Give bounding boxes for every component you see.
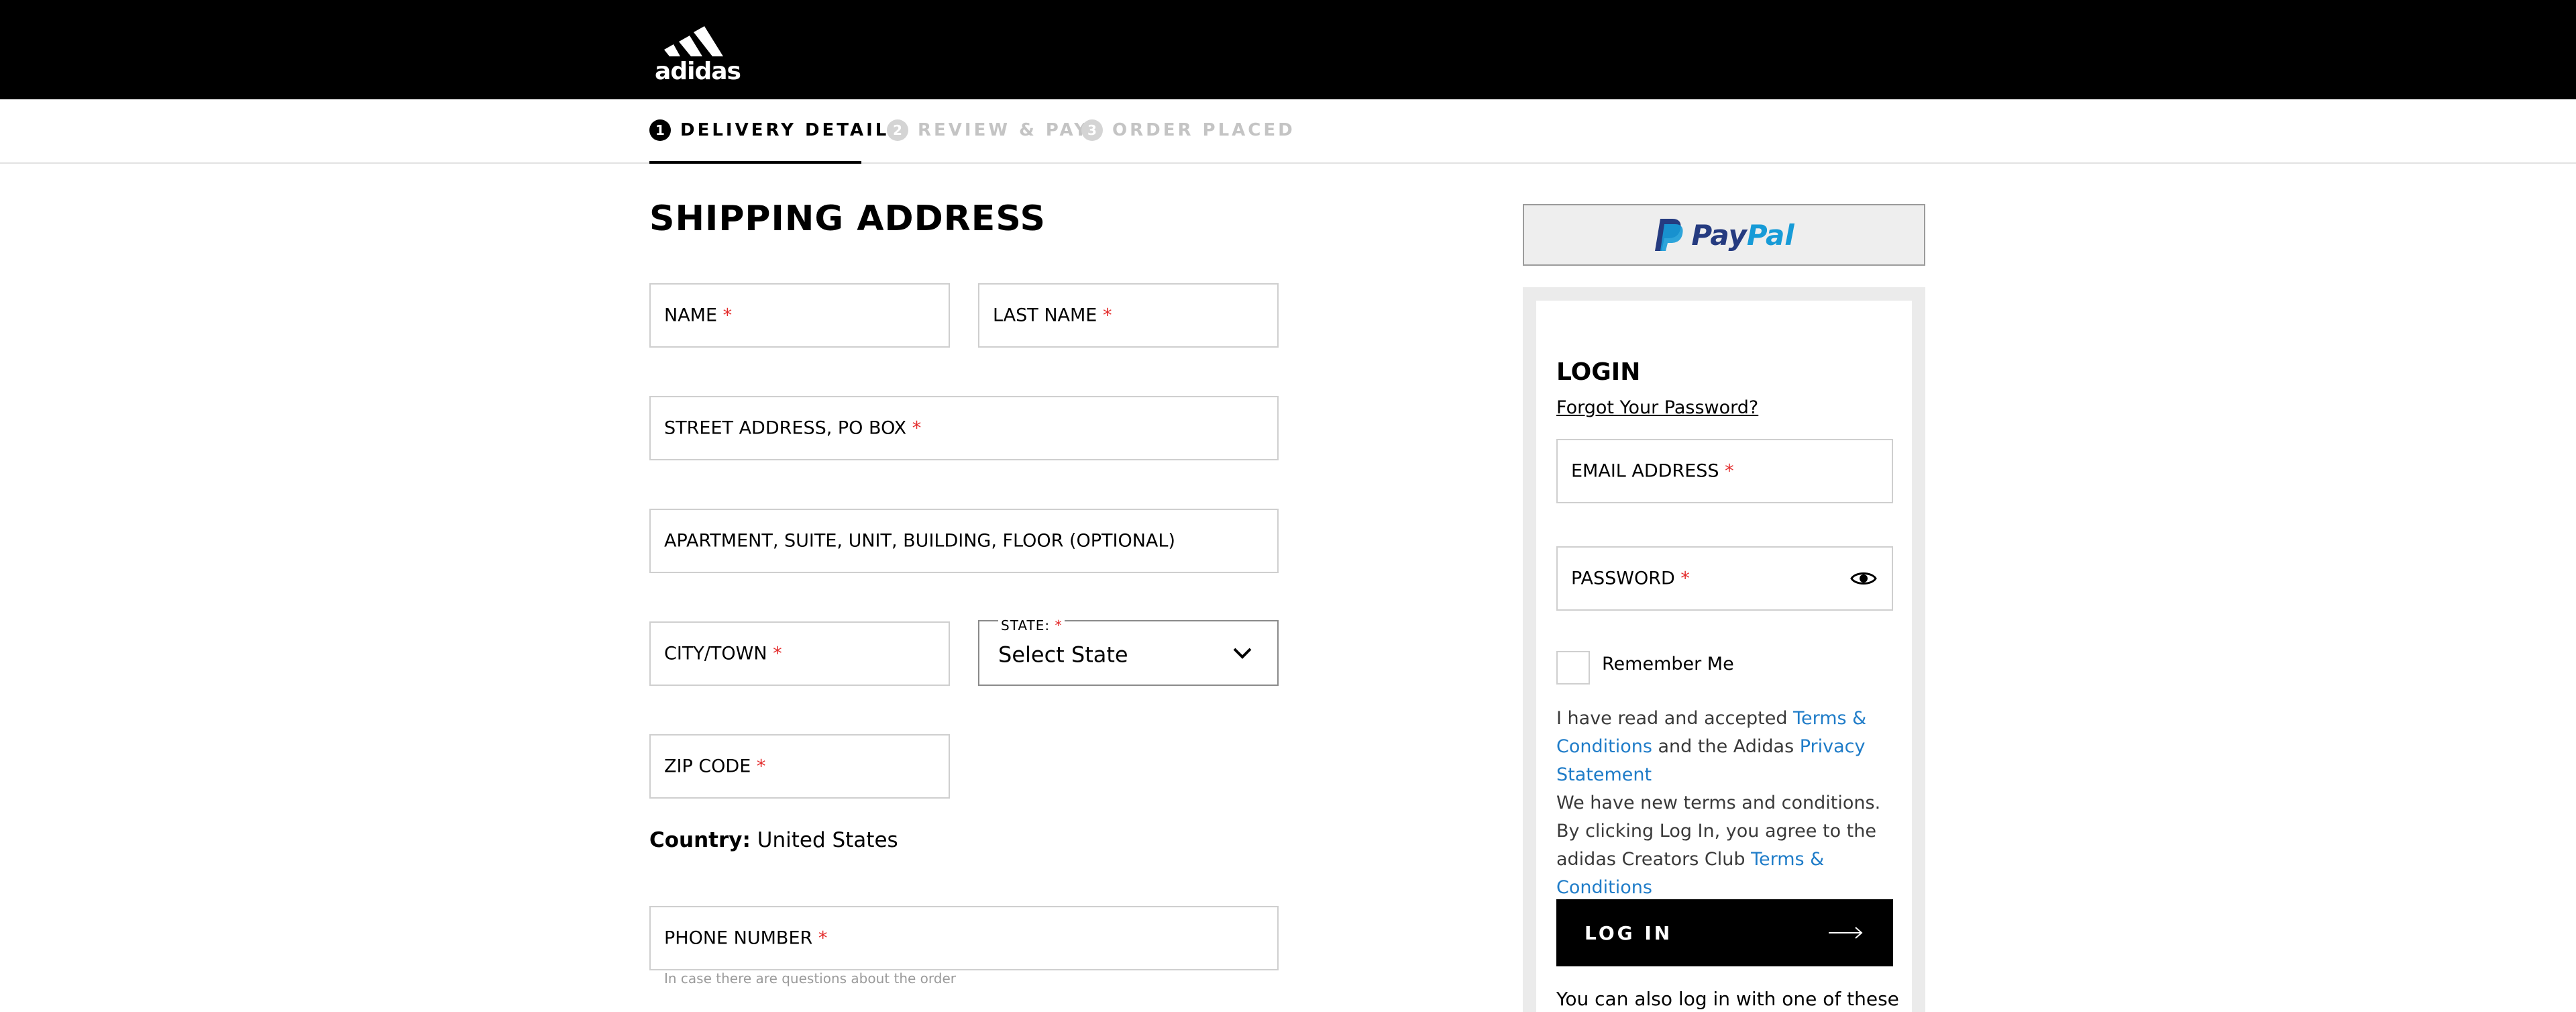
step-delivery-details: 1 DELIVERY DETAILS bbox=[649, 117, 904, 144]
login-panel: LOGIN Forgot Your Password? EMAIL ADDRES… bbox=[1523, 287, 1925, 1012]
log-in-button[interactable]: LOG IN bbox=[1556, 899, 1893, 966]
top-header: adidas bbox=[0, 0, 2576, 99]
paypal-icon bbox=[1655, 219, 1683, 251]
login-title: LOGIN bbox=[1556, 358, 1641, 386]
step-number: 2 bbox=[887, 119, 908, 141]
state-label: STATE: * bbox=[998, 617, 1065, 634]
state-select[interactable]: STATE: * Select State bbox=[978, 617, 1279, 686]
street-address-field[interactable]: STREET ADDRESS, PO BOX * bbox=[649, 396, 1279, 460]
step-label: REVIEW & PAY bbox=[918, 120, 1089, 140]
step-label: DELIVERY DETAILS bbox=[680, 120, 905, 140]
login-panel-inner: LOGIN Forgot Your Password? EMAIL ADDRES… bbox=[1536, 301, 1912, 1012]
zip-code-field[interactable]: ZIP CODE * bbox=[649, 734, 950, 799]
active-step-underline bbox=[649, 161, 861, 164]
step-label: ORDER PLACED bbox=[1112, 120, 1295, 140]
street-address-label: STREET ADDRESS, PO BOX * bbox=[664, 417, 922, 439]
paypal-wordmark: PayPal bbox=[1691, 218, 1794, 252]
shipping-address-title: SHIPPING ADDRESS bbox=[649, 199, 1046, 239]
adidas-logo[interactable]: adidas bbox=[649, 17, 746, 82]
remember-me-checkbox[interactable] bbox=[1556, 651, 1590, 685]
logo-wordmark: adidas bbox=[655, 58, 741, 82]
apartment-field[interactable]: APARTMENT, SUITE, UNIT, BUILDING, FLOOR … bbox=[649, 509, 1279, 573]
terms-text: I have read and accepted Terms & Conditi… bbox=[1556, 708, 1881, 898]
step-order-placed: 3 ORDER PLACED bbox=[1081, 117, 1295, 144]
social-login-text: You can also log in with one of these bbox=[1556, 988, 1899, 1010]
step-number: 1 bbox=[649, 119, 671, 141]
chevron-down-icon bbox=[1233, 648, 1252, 659]
email-field[interactable]: EMAIL ADDRESS * bbox=[1556, 439, 1893, 503]
country-display: Country: United States bbox=[649, 828, 898, 852]
email-label: EMAIL ADDRESS * bbox=[1571, 460, 1734, 482]
phone-hint: In case there are questions about the or… bbox=[664, 970, 956, 986]
arrow-right-icon bbox=[1829, 927, 1863, 939]
phone-number-label: PHONE NUMBER * bbox=[664, 927, 828, 949]
step-review-pay: 2 REVIEW & PAY bbox=[887, 117, 1089, 144]
password-label: PASSWORD * bbox=[1571, 568, 1690, 589]
name-label: NAME * bbox=[664, 305, 733, 326]
remember-me-label: Remember Me bbox=[1602, 654, 1734, 674]
log-in-label: LOG IN bbox=[1585, 921, 1673, 944]
apartment-label: APARTMENT, SUITE, UNIT, BUILDING, FLOOR … bbox=[664, 530, 1175, 552]
country-label: Country: bbox=[649, 828, 751, 852]
zip-code-label: ZIP CODE * bbox=[664, 756, 766, 777]
country-value: United States bbox=[757, 828, 898, 852]
step-number: 3 bbox=[1081, 119, 1103, 141]
last-name-field[interactable]: LAST NAME * bbox=[978, 283, 1279, 348]
city-label: CITY/TOWN * bbox=[664, 643, 782, 664]
city-field[interactable]: CITY/TOWN * bbox=[649, 621, 950, 686]
state-value: Select State bbox=[998, 642, 1128, 668]
password-field[interactable]: PASSWORD * bbox=[1556, 546, 1893, 611]
last-name-label: LAST NAME * bbox=[993, 305, 1112, 326]
checkout-steps: 1 DELIVERY DETAILS 2 REVIEW & PAY 3 ORDE… bbox=[0, 99, 2576, 164]
name-field[interactable]: NAME * bbox=[649, 283, 950, 348]
paypal-button[interactable]: PayPal bbox=[1523, 204, 1925, 266]
show-password-eye-icon[interactable] bbox=[1850, 569, 1877, 588]
phone-number-field[interactable]: PHONE NUMBER * bbox=[649, 906, 1279, 970]
forgot-password-link[interactable]: Forgot Your Password? bbox=[1556, 397, 1758, 418]
